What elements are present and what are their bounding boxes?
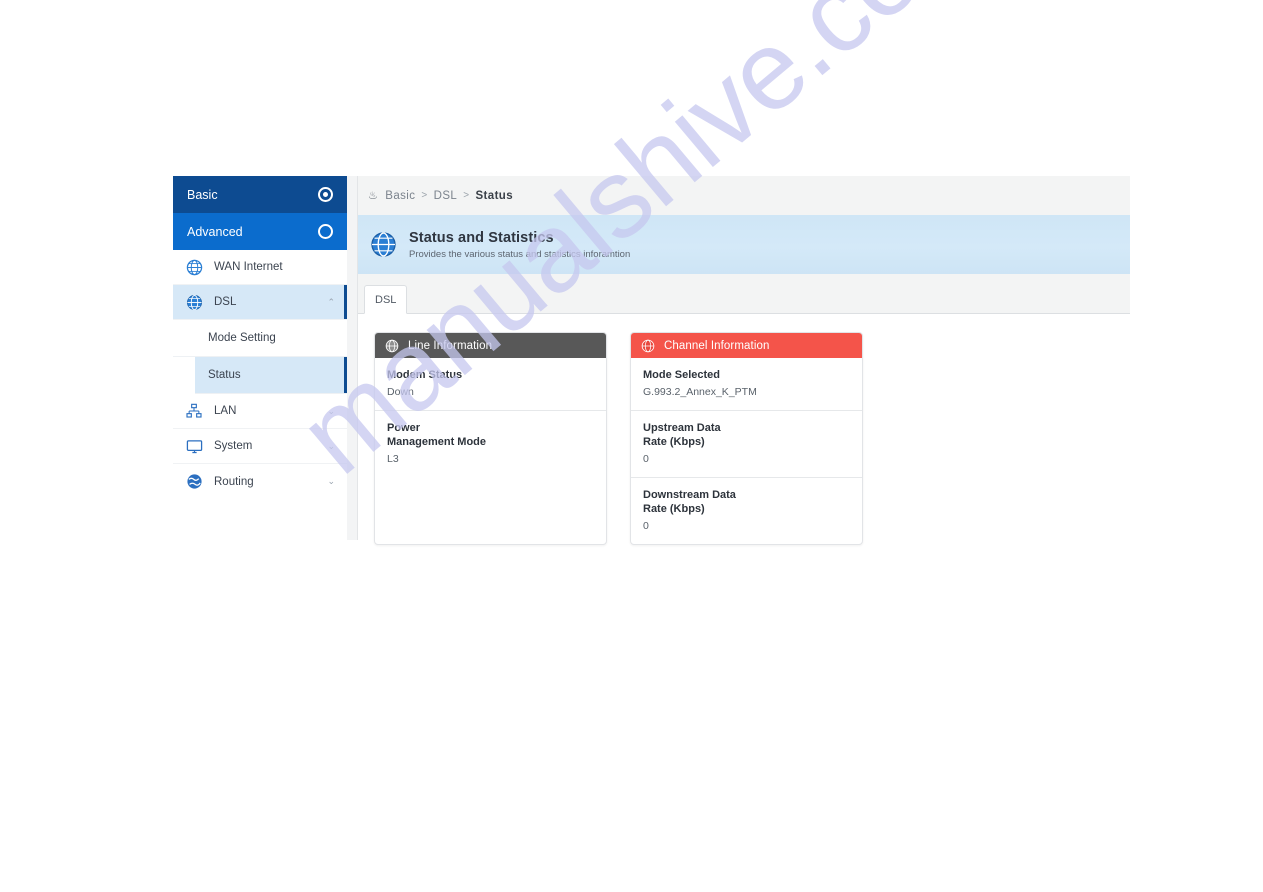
sidebar-item-lan-label: LAN [214,405,237,417]
tab-dsl[interactable]: DSL [364,285,408,314]
card-row-mode-selected: Mode Selected G.993.2_Annex_K_PTM [631,358,862,411]
sidebar-item-lan[interactable]: LAN ⌄ [173,394,347,429]
card-row-key: Modem Status [387,369,463,381]
radio-selected-icon [318,187,333,202]
globe-icon [185,258,203,276]
breadcrumb: ♨ Basic > DSL > Status [358,176,1130,215]
sidebar-header-basic[interactable]: Basic [173,176,347,213]
routing-globe-icon [185,473,203,491]
chevron-up-icon: ⌃ [327,296,335,307]
card-line-information: Line Information Modem Status Down Power… [374,332,607,545]
card-row-downstream-data-rate: Downstream Data Rate (Kbps) 0 [631,478,862,544]
sidebar-header-advanced[interactable]: Advanced [173,213,347,250]
page-title: Status and Statistics [409,229,554,246]
chevron-down-icon: ⌄ [327,405,335,416]
card-row-value: G.993.2_Annex_K_PTM [643,385,757,398]
card-row-key: Upstream Data Rate (Kbps) [643,421,721,449]
network-icon [185,402,203,420]
card-row-key: Power Management Mode [387,421,487,449]
tab-dsl-label: DSL [375,293,397,306]
globe-dsl-icon [185,293,203,311]
breadcrumb-level1[interactable]: Basic [385,190,415,202]
chevron-down-icon: ⌄ [327,476,335,486]
breadcrumb-separator: > [421,190,428,201]
monitor-icon [185,437,203,455]
sidebar-item-wan-internet[interactable]: WAN Internet [173,250,347,285]
home-icon: ♨ [368,190,379,202]
sidebar-item-dsl[interactable]: DSL ⌃ [173,285,347,320]
tab-bar: DSL [358,274,1130,314]
card-row-key: Mode Selected [643,369,721,381]
sidebar-item-system[interactable]: System ⌄ [173,429,347,464]
sidebar-content-divider [347,176,358,540]
sidebar-item-wan-internet-label: WAN Internet [214,261,283,273]
card-row-value: 0 [643,519,649,532]
content-area: ♨ Basic > DSL > Status Status and Statis… [358,176,1130,545]
sidebar: Basic Advanced WAN Internet DSL ⌃ Mode S… [173,176,347,540]
card-line-information-title: Line Information [408,339,493,352]
globe-icon [385,339,399,353]
sidebar-subitem-status-label: Status [208,369,241,381]
breadcrumb-level2[interactable]: DSL [434,190,458,202]
sidebar-header-advanced-label: Advanced [187,224,243,239]
card-channel-information: Channel Information Mode Selected G.993.… [630,332,863,545]
card-row-power-management-mode: Power Management Mode L3 [375,411,606,477]
sidebar-item-dsl-label: DSL [214,296,237,308]
card-row-value: Down [387,385,414,398]
sidebar-item-routing-label: Routing [214,475,254,488]
card-row-value: L3 [387,452,399,465]
sidebar-subitem-mode-setting-label: Mode Setting [208,332,276,344]
sidebar-item-routing[interactable]: Routing ⌄ [173,464,347,499]
globe-icon [370,231,397,258]
breadcrumb-separator: > [463,190,470,201]
card-line-information-header: Line Information [375,333,606,358]
card-row-value: 0 [643,452,649,465]
panels-container: Line Information Modem Status Down Power… [358,314,1130,545]
globe-icon [641,339,655,353]
card-row-upstream-data-rate: Upstream Data Rate (Kbps) 0 [631,411,862,478]
page-banner: Status and Statistics Provides the vario… [358,215,1130,274]
card-channel-information-header: Channel Information [631,333,862,358]
chevron-down-icon: ⌄ [327,440,335,451]
sidebar-subitem-mode-setting[interactable]: Mode Setting [173,320,347,357]
sidebar-item-system-label: System [214,440,253,452]
breadcrumb-current: Status [475,189,514,202]
sidebar-header-basic-label: Basic [187,187,218,202]
page-subtitle: Provides the various status and statisti… [409,248,631,260]
card-row-key: Downstream Data Rate (Kbps) [643,488,736,516]
card-channel-information-title: Channel Information [664,339,770,352]
sidebar-subitem-status[interactable]: Status [195,357,347,394]
radio-empty-icon [318,224,333,239]
app-root: Basic Advanced WAN Internet DSL ⌃ Mode S… [0,0,1263,892]
card-row-modem-status: Modem Status Down [375,358,606,411]
